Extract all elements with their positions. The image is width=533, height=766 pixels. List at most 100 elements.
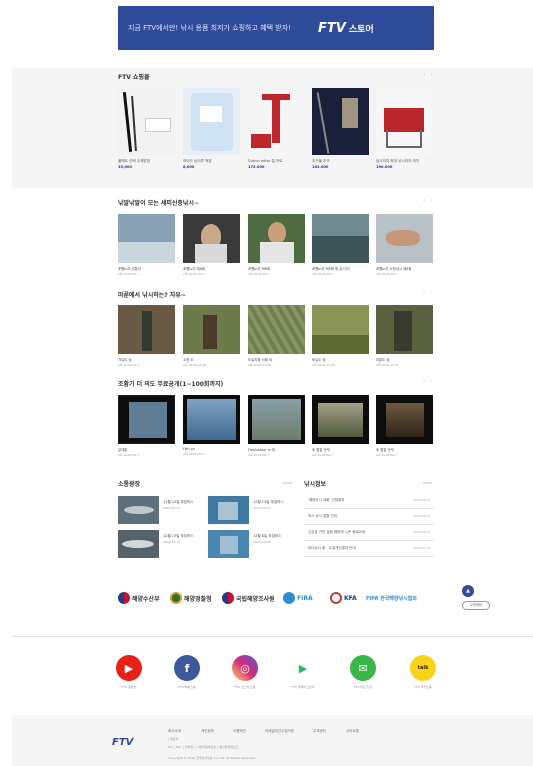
board-item-date: 2020.12.08 [253, 540, 271, 544]
footer-link[interactable]: 개인정보 [201, 729, 214, 734]
video-card[interactable]: 갈대밭 2회 2019.08.7 [118, 395, 175, 457]
board-item[interactable]: 12월 14일 푸짐하스 2020.12.14 [118, 496, 210, 524]
social-link-youtube[interactable]: ▶ FTV 유튜브 [114, 655, 144, 689]
news-more-link[interactable]: more [423, 481, 432, 485]
video-card[interactable]: 가유도 상 2회 2019.04.0 [118, 305, 175, 367]
footer-link[interactable]: 사이트맵 [346, 729, 359, 734]
shop-arrows[interactable]: ‹ › [423, 72, 435, 78]
phone-button[interactable]: 고객센터 [462, 601, 490, 610]
news-item-title: 긴급호 거짓 설정 때문에 시즌 종료요청 [308, 530, 366, 534]
news-item[interactable]: 긴급호 거짓 설정 때문에 시즌 종료요청 2020.03.05 [304, 525, 434, 541]
facebook-icon: f [174, 655, 200, 681]
video-title: 조행노리 제5화 청 숭 다리 [312, 267, 350, 271]
social-link-instagram[interactable]: ◎ FTV 인스타그램 [230, 655, 260, 689]
video-thumbnail [118, 395, 175, 444]
video-title: 소청 도 [183, 358, 194, 362]
video-meta: 2회 2019.08.7 [248, 453, 269, 457]
scroll-top-button[interactable]: ▲ [462, 585, 474, 597]
top-banner[interactable]: 지금 FTV에서만! 낚시 용품 최저가 쇼핑하고 혜택 받자! FTV 스토어 [118, 6, 434, 50]
video-card[interactable]: 조행노리 전통지 2회 2019.08.7 [118, 214, 175, 276]
board-item[interactable]: 12월 8일 푸짐하스 2020.12.08 [208, 530, 300, 558]
video-title: 가유도 상 [118, 358, 132, 362]
partner-logo[interactable]: 해양수산부 [118, 588, 160, 608]
footer-logo[interactable]: FTV [112, 737, 133, 748]
video-section-title: 조황기 더 의도 무료공개(1~100회까지) [118, 381, 224, 388]
partner-logo[interactable]: FIPA 한국해양낚시협회 [364, 588, 417, 608]
video-title: 갈대밭 [118, 448, 128, 452]
product-card[interactable]: 플래트 선택 수제받침 35,000 [118, 88, 175, 169]
partner-badge-icon [170, 592, 182, 604]
product-name: 하이드 숭어루 떡밥 [183, 159, 212, 163]
video-card[interactable]: 조행노리 제6회 2회 2019.08.7 [248, 214, 305, 276]
social-link-line[interactable]: ✉ FTV 라인 친구 [348, 655, 378, 689]
product-card[interactable]: 조구물 조구 162,000 [312, 88, 369, 169]
video-meta: 2회 2019.08.7 [118, 453, 139, 457]
video-title: 조행노리 전통지 [118, 267, 141, 271]
news-item-date: 2020.02.20 [412, 546, 430, 550]
video-title: 조행노리 노란낚시 제4회 [376, 267, 412, 271]
video-card[interactable]: 등유도 상 2회 2019.03.28 [312, 305, 369, 367]
news-item-date: 2020.03.05 [412, 530, 430, 534]
social-link-playstore[interactable]: ▶ FTV 플레이스토어 [288, 655, 318, 689]
partner-logo[interactable]: 해양경찰청 [170, 588, 212, 608]
video-section-arrows[interactable]: ‹ › [423, 290, 435, 296]
video-meta: 2회 2019.04.0 [118, 363, 139, 367]
video-thumbnail [312, 214, 369, 263]
social-link-facebook[interactable]: f FTV 페이스북 [172, 655, 202, 689]
social-label: FTV 카카오톡 [414, 685, 432, 689]
video-card[interactable]: 조 월질 산악 2회 2019.08.7 [376, 395, 433, 457]
partner-name: 해양경찰청 [184, 595, 212, 603]
youtube-icon: ▶ [116, 655, 142, 681]
product-card[interactable]: 낚시의자 좌대 낚시의자 의자 190,000 [376, 88, 433, 169]
video-section-arrows[interactable]: ‹ › [423, 379, 435, 385]
shop-title: FTV 쇼핑몰 [118, 74, 150, 81]
partner-emblem-icon [222, 592, 234, 604]
video-card[interactable]: Freshwater in 대 2회 2019.08.7 [248, 395, 305, 457]
social-label: FTV 플레이스토어 [291, 685, 315, 689]
video-meta: 2회 2019.08.7 [312, 453, 333, 457]
video-title: 마룬도 상 [376, 358, 390, 362]
board-more-link[interactable]: more [283, 481, 292, 485]
product-name: Dubon edfor 릴 카트 [248, 159, 283, 163]
footer-link[interactable]: 회사소개 [168, 729, 181, 734]
partner-name: 해양수산부 [132, 595, 160, 603]
social-link-kakaotalk[interactable]: talk FTV 카카오톡 [408, 655, 438, 689]
news-item-date: 2020.04.03 [412, 498, 430, 502]
product-card[interactable]: Dubon edfor 릴 카트 172,000 [248, 88, 305, 169]
news-title: 낚시정보 [304, 481, 327, 488]
product-image [312, 88, 369, 155]
board-item[interactable]: 12월 14일 푸짐하스 2020.12.13 [208, 496, 300, 524]
video-title: 등유도 상 [312, 358, 326, 362]
footer-link[interactable]: 이메일무단수집거부 [265, 729, 294, 734]
video-title: 조 월질 산악 [376, 448, 394, 452]
video-card[interactable]: 조행노리 제5화 청 숭 다리 2회 2019.08.7 [312, 214, 369, 276]
video-card[interactable]: 도유지점 서해 낚 2회 2019.03.28 [248, 305, 305, 367]
video-card[interactable]: 조행노리 제8회 2회 2019.08.7 [183, 214, 240, 276]
video-card[interactable]: 마룬도 상 2회 2019.02.27 [376, 305, 433, 367]
phone-button-label: 고객센터 [469, 603, 483, 607]
partner-kfa-icon [330, 592, 342, 604]
divider [12, 636, 533, 637]
footer-link[interactable]: 고객센터 [313, 729, 326, 734]
video-thumbnail [376, 395, 433, 444]
footer-link[interactable]: 이용약관 [233, 729, 246, 734]
video-card[interactable]: 조 월질 산악 2회 2019.08.7 [312, 395, 369, 457]
video-card[interactable]: 소청 도 2회 2019.04.06 [183, 305, 240, 367]
partner-logo[interactable]: 국립해양조사원 [222, 588, 275, 608]
board-item-date: 2020.12.14 [163, 506, 181, 510]
video-card[interactable]: Fish on 2회 2019.08.7 [183, 395, 240, 456]
product-card[interactable]: 하이드 숭어루 떡밥 8,000 [183, 88, 240, 169]
board-item[interactable]: 12월 13일 푸짐하스 2020.12.11 [118, 530, 210, 558]
partner-logo[interactable]: FIRA [283, 588, 313, 608]
video-title: 도유지점 서해 낚 [248, 358, 272, 362]
product-price: 35,000 [118, 165, 132, 169]
social-label: FTV 인스타그램 [234, 685, 256, 689]
video-card[interactable]: 조행노리 노란낚시 제4회 2회 2019.08.7 [376, 214, 433, 276]
video-meta: 2회 2019.08.7 [118, 272, 139, 276]
news-item[interactable]: 보스 낚시 통합 관리 2020.03.27 [304, 509, 434, 525]
video-thumbnail [183, 214, 240, 263]
news-item[interactable]: 바다낚시 중 - 수질개선결과 안내 2020.02.20 [304, 541, 434, 557]
news-item[interactable]: '해양낚시 대회' 선정결과 2020.04.03 [304, 493, 434, 509]
video-section-arrows[interactable]: ‹ › [423, 198, 435, 204]
partner-logo[interactable]: KFA [330, 588, 357, 608]
